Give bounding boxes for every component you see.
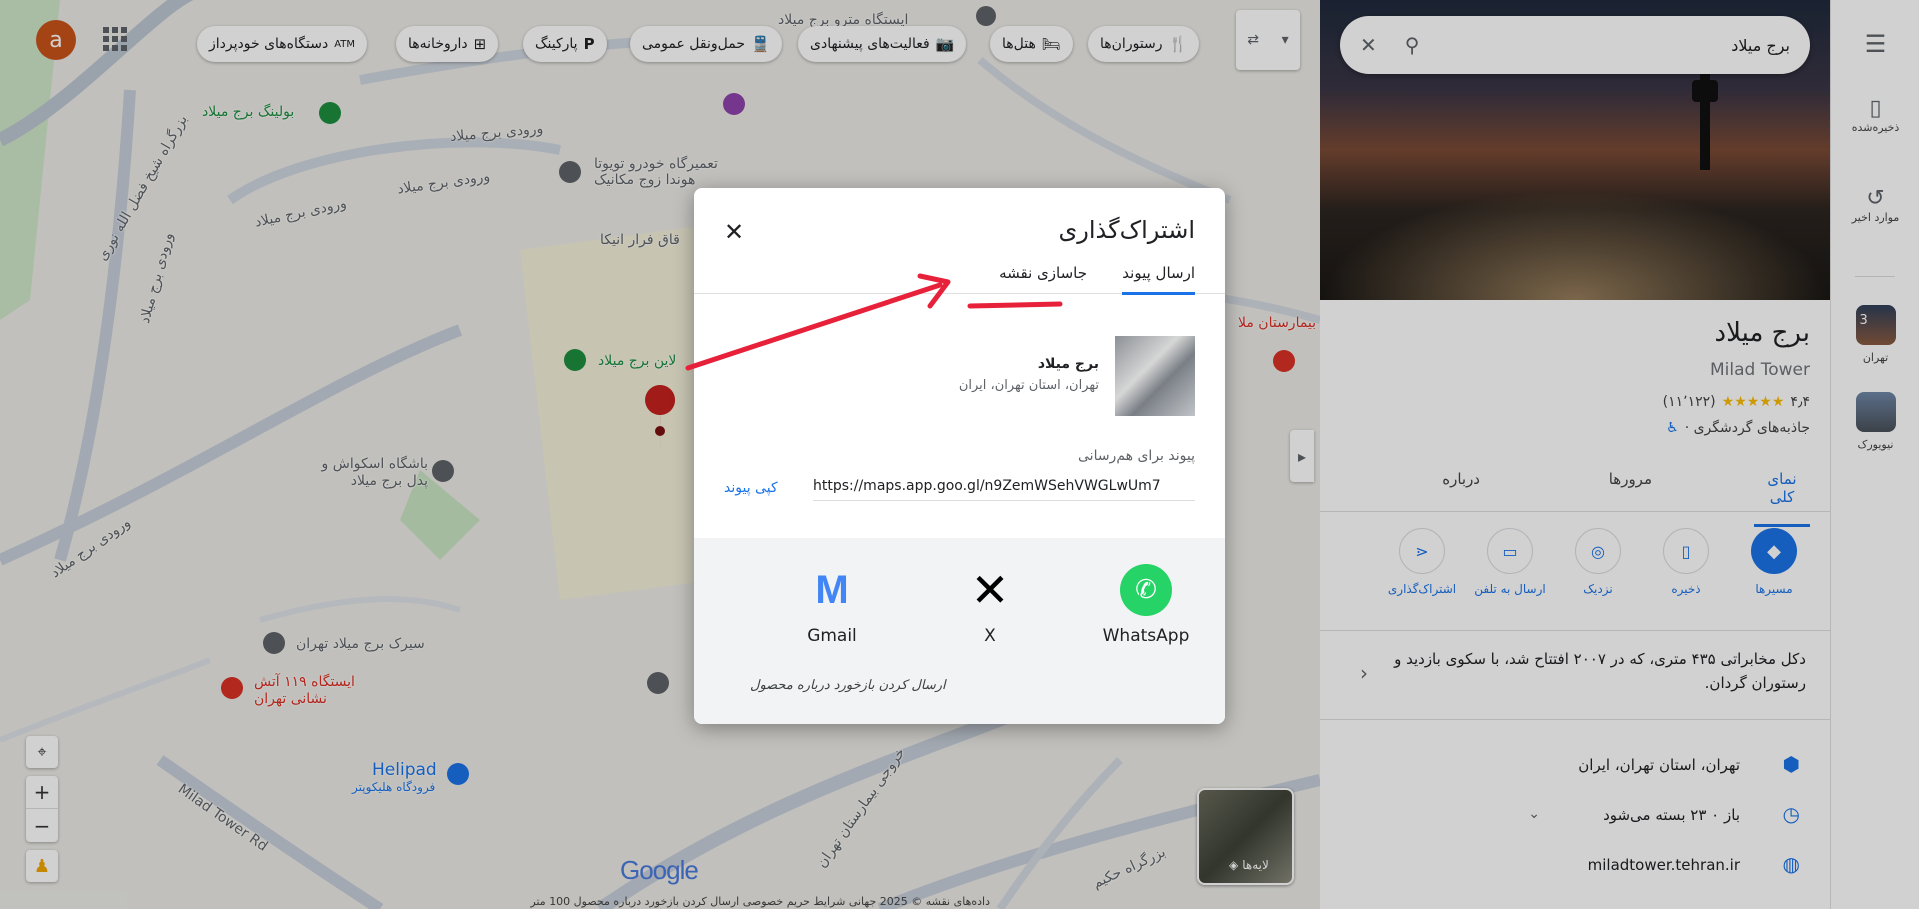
annotation-arrow bbox=[685, 273, 1063, 371]
